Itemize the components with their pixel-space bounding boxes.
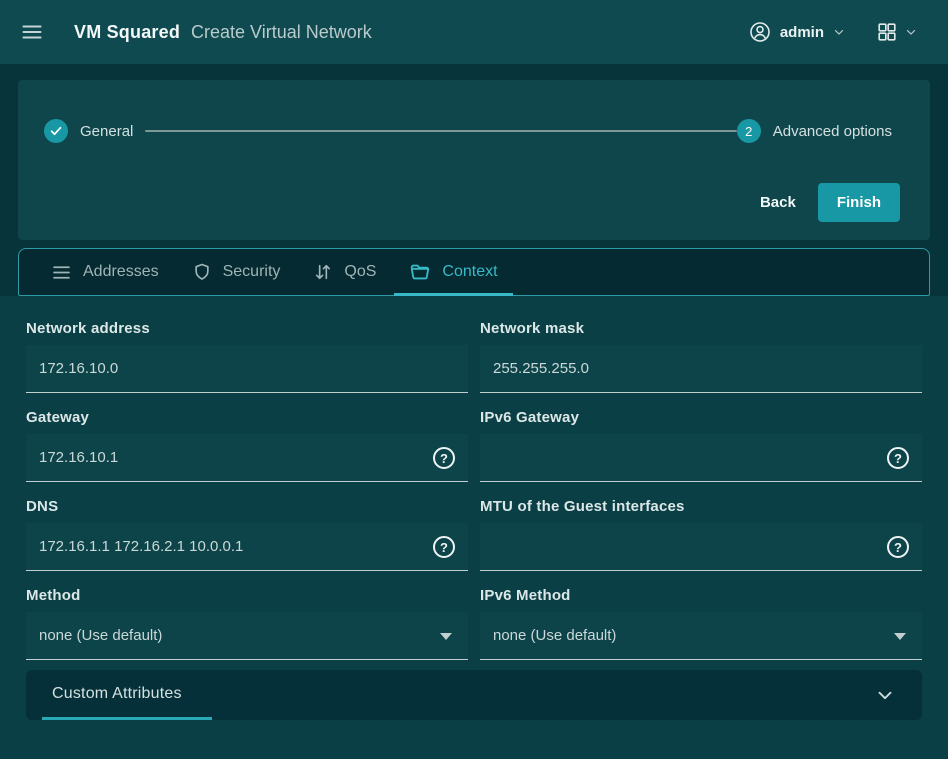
- field-method: Method none (Use default): [26, 587, 468, 660]
- wizard-panel: General 2 Advanced options Back Finish: [18, 80, 930, 240]
- dns-input[interactable]: [26, 523, 468, 571]
- chevron-down-icon[interactable]: [874, 684, 896, 706]
- user-menu[interactable]: admin: [748, 20, 846, 44]
- tab-label: Context: [442, 263, 497, 281]
- field-label: MTU of the Guest interfaces: [480, 498, 922, 515]
- menu-icon[interactable]: [20, 20, 44, 44]
- user-avatar-icon: [748, 20, 772, 44]
- help-icon[interactable]: ?: [887, 536, 909, 558]
- field-label: DNS: [26, 498, 468, 515]
- field-ipv6-method: IPv6 Method none (Use default): [480, 587, 922, 660]
- step-2-badge[interactable]: 2: [737, 119, 761, 143]
- list-icon: [51, 262, 72, 283]
- field-dns: DNS ?: [26, 498, 468, 571]
- method-select-value: none (Use default): [39, 627, 162, 644]
- tab-bar: Addresses Security QoS Context: [18, 248, 930, 296]
- apps-menu[interactable]: [876, 21, 918, 43]
- field-network-address: Network address: [26, 320, 468, 393]
- field-label: Network mask: [480, 320, 922, 337]
- back-button[interactable]: Back: [754, 186, 802, 219]
- custom-attributes-accordion[interactable]: Custom Attributes: [26, 670, 922, 720]
- step-completed-check-icon[interactable]: [44, 119, 68, 143]
- chevron-down-icon: [904, 25, 918, 39]
- tab-qos[interactable]: QoS: [313, 249, 376, 295]
- sort-arrows-icon: [313, 262, 333, 282]
- shield-icon: [192, 262, 212, 282]
- tab-context[interactable]: Context: [409, 249, 497, 295]
- ipv6-gateway-input[interactable]: [480, 434, 922, 482]
- tab-label: QoS: [344, 263, 376, 281]
- tab-addresses[interactable]: Addresses: [51, 249, 159, 295]
- field-label: Network address: [26, 320, 468, 337]
- custom-attributes-tab: Custom Attributes: [42, 670, 212, 720]
- network-mask-input[interactable]: [480, 345, 922, 393]
- help-icon[interactable]: ?: [433, 447, 455, 469]
- tab-label: Addresses: [83, 263, 159, 281]
- help-icon[interactable]: ?: [433, 536, 455, 558]
- folder-icon: [409, 261, 431, 283]
- breadcrumb: VM Squared Create Virtual Network: [74, 22, 372, 43]
- app-name: VM Squared: [74, 22, 180, 43]
- field-ipv6-gateway: IPv6 Gateway ?: [480, 409, 922, 482]
- field-label: IPv6 Gateway: [480, 409, 922, 426]
- ipv6-method-select[interactable]: none (Use default): [480, 612, 922, 660]
- context-form: Network address Network mask Gateway ? I…: [0, 296, 948, 759]
- caret-down-icon: [894, 633, 906, 640]
- stepper: General 2 Advanced options: [18, 119, 930, 143]
- step-general-label: General: [80, 123, 133, 140]
- mtu-input[interactable]: [480, 523, 922, 571]
- page-title: Create Virtual Network: [191, 22, 372, 43]
- method-select[interactable]: none (Use default): [26, 612, 468, 660]
- finish-button[interactable]: Finish: [818, 183, 900, 222]
- user-label: admin: [780, 24, 824, 41]
- field-mtu: MTU of the Guest interfaces ?: [480, 498, 922, 571]
- custom-attributes-label: Custom Attributes: [52, 685, 182, 703]
- top-bar: VM Squared Create Virtual Network admin: [0, 0, 948, 64]
- field-label: Gateway: [26, 409, 468, 426]
- help-icon[interactable]: ?: [887, 447, 909, 469]
- field-label: Method: [26, 587, 468, 604]
- chevron-down-icon: [832, 25, 846, 39]
- tab-security[interactable]: Security: [192, 249, 281, 295]
- tab-label: Security: [223, 263, 281, 281]
- gateway-input[interactable]: [26, 434, 468, 482]
- caret-down-icon: [440, 633, 452, 640]
- apps-grid-icon: [876, 21, 898, 43]
- ipv6-method-select-value: none (Use default): [493, 627, 616, 644]
- network-address-input[interactable]: [26, 345, 468, 393]
- field-gateway: Gateway ?: [26, 409, 468, 482]
- field-network-mask: Network mask: [480, 320, 922, 393]
- stepper-connector: [145, 130, 736, 132]
- step-advanced-options-label: Advanced options: [773, 123, 892, 140]
- field-label: IPv6 Method: [480, 587, 922, 604]
